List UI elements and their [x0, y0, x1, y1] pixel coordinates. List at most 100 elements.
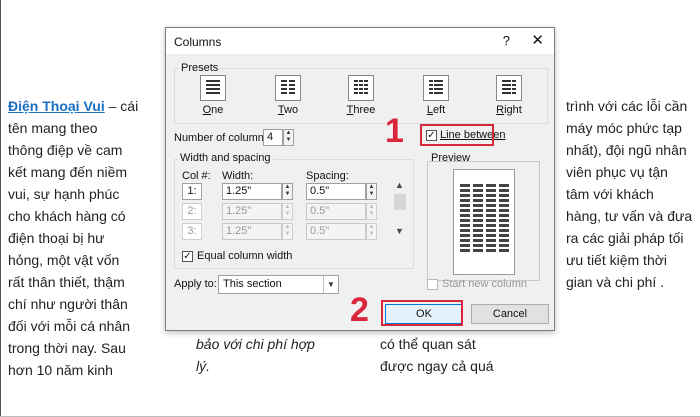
text-line: kết mang đến niềm [8, 164, 128, 180]
col-1-width-stepper[interactable]: ▲ ▼ [282, 183, 293, 200]
equal-column-width-label: Equal column width [197, 250, 293, 262]
preview-line [459, 189, 470, 192]
preview-line [472, 214, 483, 217]
col-3-width-stepper: ▲ ▼ [282, 223, 293, 240]
width-spacing-label: Width and spacing [178, 152, 273, 164]
text-line: viên phục vụ tận [566, 164, 668, 180]
preview-line [498, 189, 509, 192]
preview-panel [427, 161, 540, 281]
preview-line [472, 224, 483, 227]
dien-thoai-vui-link[interactable]: Điện Thoại Vui [8, 98, 105, 114]
text-line: lý. [196, 358, 210, 374]
text-line: máy móc phức tạp [566, 120, 682, 136]
preview-line [459, 234, 470, 237]
preset-three[interactable]: Three [342, 75, 380, 116]
text-line: vui, sự hạnh phúc [8, 186, 120, 202]
text-line: bảo với chi phí hợp [196, 336, 315, 352]
text-line: cho khách hàng có [8, 208, 126, 224]
preview-line [459, 184, 470, 187]
columns-dialog: Columns ? ✕ Presets One Two Three Left R… [165, 27, 555, 331]
preview-line [459, 219, 470, 222]
preview-line [459, 204, 470, 207]
text-line: có thể quan sát [380, 336, 476, 352]
preview-line [485, 209, 496, 212]
preview-line [459, 249, 470, 252]
preview-line [472, 184, 483, 187]
preview-line [485, 229, 496, 232]
text-line: tên mang theo [8, 120, 98, 136]
preview-line [498, 234, 509, 237]
preset-two[interactable]: Two [269, 75, 307, 116]
preview-line [472, 229, 483, 232]
preview-line [498, 199, 509, 202]
preview-line [472, 234, 483, 237]
line-between-highlight [420, 124, 494, 146]
preview-line [459, 229, 470, 232]
col-1-spacing-stepper[interactable]: ▲ ▼ [366, 183, 377, 200]
number-of-columns-input[interactable]: 4 [263, 129, 283, 146]
apply-to-select[interactable]: This section ▼ [218, 275, 339, 294]
text-line: hỏng, một vật vốn [8, 252, 120, 268]
preview-page [453, 169, 515, 275]
preview-line [472, 219, 483, 222]
dialog-titlebar: Columns ? ✕ [166, 28, 554, 54]
dialog-title: Columns [174, 35, 222, 49]
text-line: trong thời nay. Sau [8, 340, 126, 356]
text-line: ưu tiết kiệm thời [566, 252, 668, 268]
text-line: chí như người thân [8, 296, 128, 312]
preset-left[interactable]: Left [417, 75, 455, 116]
scroll-thumb[interactable] [394, 194, 406, 210]
ok-button-highlight [381, 300, 463, 326]
preset-one-icon [200, 75, 226, 101]
preview-line [459, 214, 470, 217]
col-1-label: 1: [182, 183, 202, 200]
preview-line [498, 219, 509, 222]
preview-line [472, 209, 483, 212]
close-button[interactable]: ✕ [531, 31, 544, 49]
cancel-button[interactable]: Cancel [471, 304, 549, 324]
col-3-spacing-stepper: ▲ ▼ [366, 223, 377, 240]
preview-line [472, 194, 483, 197]
preset-one[interactable]: One [194, 75, 232, 116]
document-mid-column-1: bảo với chi phí hợp lý. [196, 333, 346, 377]
text-line: hàng, tư vấn và đưa [566, 208, 693, 224]
preview-line [472, 189, 483, 192]
number-of-columns-stepper[interactable]: ▲ ▼ [283, 129, 294, 146]
text-line: tâm với khách [566, 186, 654, 202]
document-right-column: trình với các lỗi cần máy móc phức tạp n… [566, 95, 696, 293]
preview-column [472, 184, 483, 254]
preview-line [485, 244, 496, 247]
preview-line [485, 199, 496, 202]
preview-line [472, 244, 483, 247]
preset-three-icon [348, 75, 374, 101]
text-line: gian và chi phí . [566, 274, 665, 290]
columns-scrollbar[interactable]: ▲ ▼ [394, 180, 408, 240]
preview-line [498, 194, 509, 197]
page-edge-left [0, 0, 1, 417]
text-line: ra các giải pháp tối [566, 230, 684, 246]
preset-right-icon [496, 75, 522, 101]
scroll-down-icon[interactable]: ▼ [395, 226, 404, 236]
col-3-width-input: 1.25" [222, 223, 282, 240]
preview-line [459, 209, 470, 212]
col-2-spacing-stepper: ▲ ▼ [366, 203, 377, 220]
preset-right[interactable]: Right [490, 75, 528, 116]
text-line: được ngay cả quá [380, 358, 494, 374]
col-2-width-stepper: ▲ ▼ [282, 203, 293, 220]
preview-line [485, 204, 496, 207]
col-1-width-input[interactable]: 1.25" [222, 183, 282, 200]
col-3-label: 3: [182, 223, 202, 240]
step-2-marker: 2 [350, 291, 369, 329]
help-button[interactable]: ? [503, 33, 510, 48]
equal-column-width-checkbox[interactable]: ✓ [182, 251, 193, 262]
text-line: đối với mỗi cá nhân [8, 318, 131, 334]
preview-line [485, 234, 496, 237]
preview-line [472, 204, 483, 207]
preview-line [472, 199, 483, 202]
col-1-spacing-input[interactable]: 0.5" [306, 183, 366, 200]
scroll-up-icon[interactable]: ▲ [395, 180, 404, 190]
chevron-down-icon: ▼ [323, 276, 338, 293]
preview-line [459, 199, 470, 202]
col-2-label: 2: [182, 203, 202, 220]
start-new-column-label: Start new column [442, 278, 527, 290]
